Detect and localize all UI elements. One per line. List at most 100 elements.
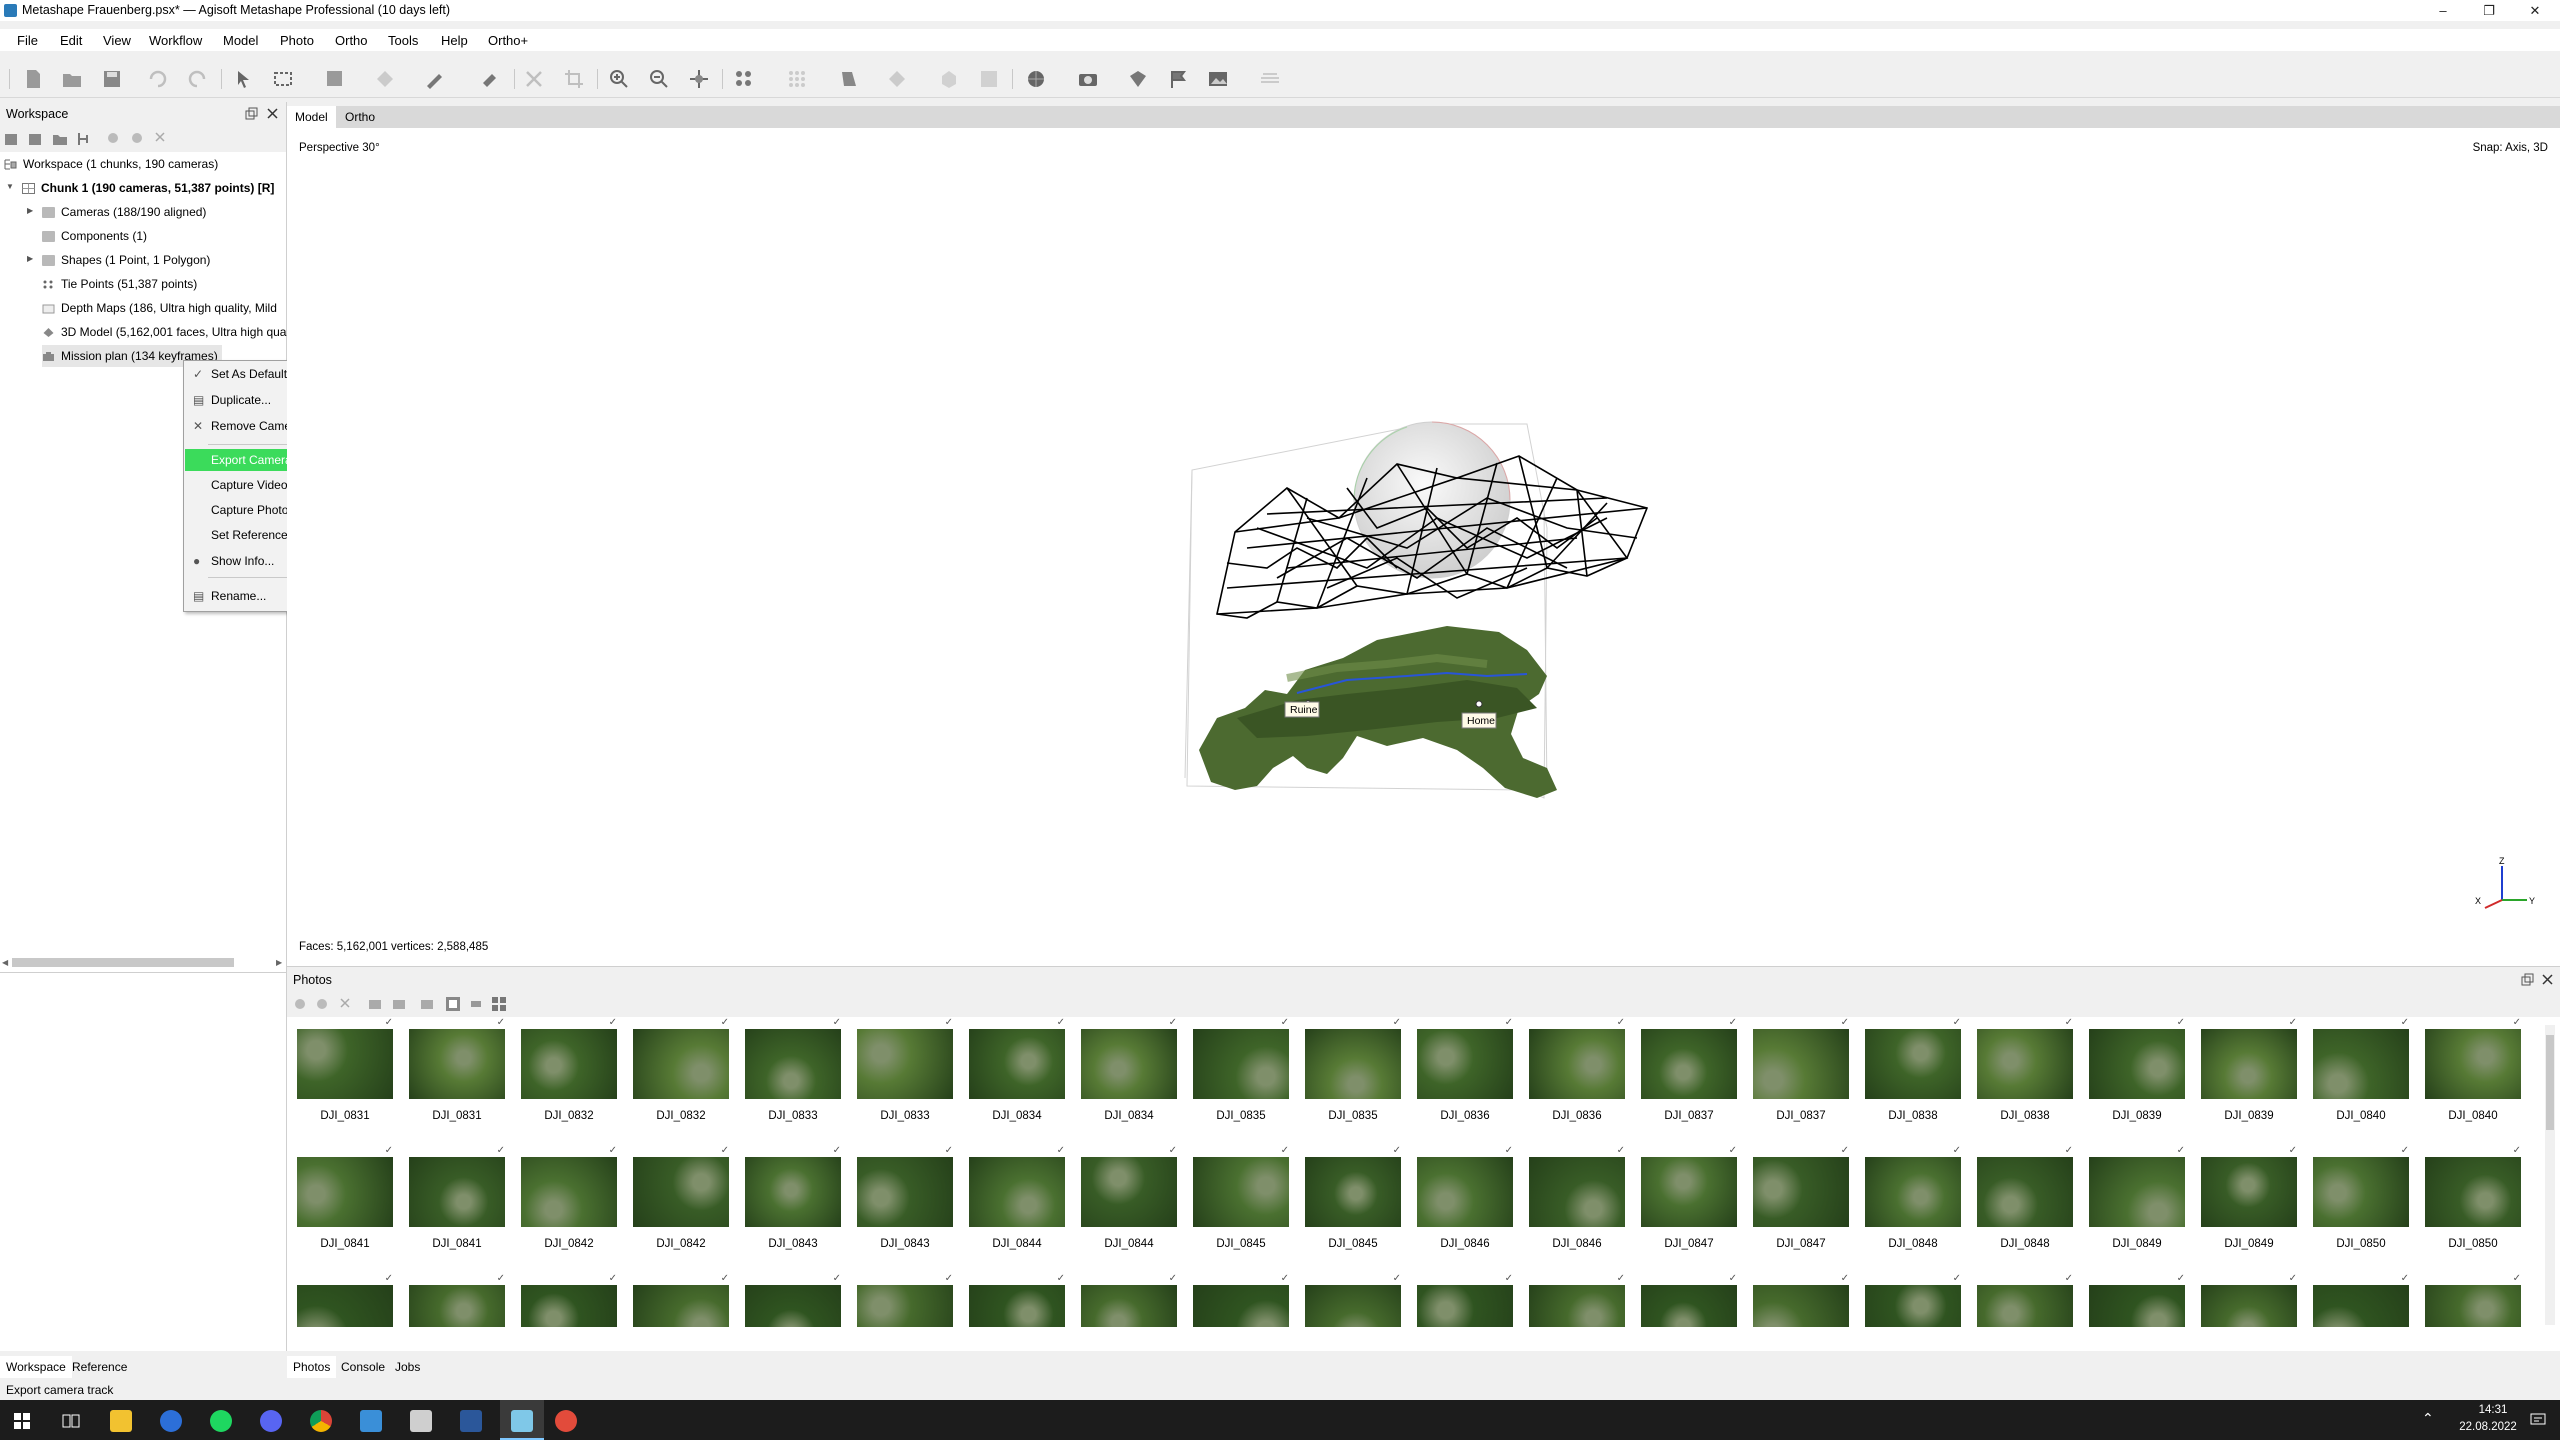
photo-thumbnail[interactable]: ✓ [2079, 1273, 2191, 1327]
model-textured-icon[interactable] [978, 68, 1000, 90]
photo-thumbnail[interactable]: ✓ DJI_0850 [2303, 1145, 2415, 1265]
dense-cloud-icon[interactable] [786, 68, 808, 90]
photo-thumbnail[interactable]: ✓ DJI_0833 [735, 1017, 847, 1137]
tiled-model-icon[interactable] [1025, 68, 1047, 90]
remove-photo-icon[interactable] [339, 997, 351, 1009]
zoom-out-icon[interactable] [648, 68, 670, 90]
photo-thumbnail[interactable]: ✓ DJI_0833 [847, 1017, 959, 1137]
menu-photo[interactable]: Photo [280, 33, 314, 48]
word-icon[interactable] [460, 1410, 482, 1432]
photo-thumbnail[interactable]: ✓ DJI_0849 [2191, 1145, 2303, 1265]
photo-thumbnail[interactable]: ✓ DJI_0848 [1855, 1145, 1967, 1265]
tree-item-3d-model[interactable]: 3D Model (5,162,001 faces, Ultra high qu… [42, 321, 289, 343]
photo-thumbnail[interactable]: ✓ DJI_0846 [1407, 1145, 1519, 1265]
clock-time[interactable]: 14:31 [2458, 1404, 2528, 1416]
photo-thumbnail[interactable]: ✓ DJI_0845 [1183, 1145, 1295, 1265]
remove-item-icon[interactable] [154, 131, 166, 143]
photo-thumbnail[interactable]: ✓ DJI_0848 [1967, 1145, 2079, 1265]
disable-photo-icon[interactable] [315, 997, 329, 1011]
view-mode-icon[interactable] [491, 996, 507, 1012]
clock-date[interactable]: 22.08.2022 [2448, 1421, 2528, 1433]
enable-photo-icon[interactable] [293, 997, 307, 1011]
photo-thumbnail[interactable]: ✓ DJI_0834 [1071, 1017, 1183, 1137]
photo-thumbnail[interactable]: ✓ DJI_0839 [2191, 1017, 2303, 1137]
photo-thumbnail[interactable]: ✓ [1295, 1273, 1407, 1327]
photo-thumbnail[interactable]: ✓ DJI_0845 [1295, 1145, 1407, 1265]
zoom-in-icon[interactable] [608, 68, 630, 90]
tab-workspace[interactable]: Workspace [0, 1356, 72, 1378]
notifications-icon[interactable] [2530, 1412, 2546, 1428]
rotate-left-icon[interactable] [367, 997, 383, 1011]
photo-thumbnail[interactable]: ✓ DJI_0839 [2079, 1017, 2191, 1137]
show-markers-icon[interactable] [1167, 68, 1189, 90]
photo-thumbnail[interactable]: ✓ DJI_0836 [1407, 1017, 1519, 1137]
photo-thumbnail[interactable]: ✓ DJI_0840 [2303, 1017, 2415, 1137]
task-view-icon[interactable] [62, 1413, 80, 1429]
photo-thumbnail[interactable]: ✓ DJI_0838 [1855, 1017, 1967, 1137]
horizontal-scrollbar[interactable] [12, 958, 234, 967]
photo-thumbnail[interactable]: ✓ [1967, 1273, 2079, 1327]
tree-item-cameras[interactable]: Cameras (188/190 aligned) [42, 201, 206, 223]
photo-thumbnail[interactable]: ✓ [511, 1273, 623, 1327]
crop-icon[interactable] [563, 68, 585, 90]
show-grid-icon[interactable] [1259, 68, 1281, 90]
redo-icon[interactable] [186, 68, 208, 90]
menu-ortho[interactable]: Ortho [335, 33, 368, 48]
add-folder-icon[interactable] [52, 131, 68, 147]
menu-file[interactable]: File [17, 33, 38, 48]
eraser-icon[interactable] [478, 68, 500, 90]
app-blue-icon[interactable] [160, 1410, 182, 1432]
disable-icon[interactable] [130, 131, 144, 145]
photo-thumbnail[interactable]: ✓ DJI_0837 [1743, 1017, 1855, 1137]
menu-edit[interactable]: Edit [60, 33, 82, 48]
delete-selection-icon[interactable] [523, 68, 545, 90]
menu-help[interactable]: Help [441, 33, 468, 48]
menu-workflow[interactable]: Workflow [149, 33, 202, 48]
tab-photos[interactable]: Photos [287, 1356, 337, 1378]
photo-thumbnail[interactable]: ✓ DJI_0832 [511, 1017, 623, 1137]
scroll-right-icon[interactable]: ▶ [276, 958, 282, 967]
undo-icon[interactable] [147, 68, 169, 90]
chrome-icon[interactable] [310, 1410, 332, 1432]
scroll-left-icon[interactable]: ◀ [2, 958, 8, 967]
app-c-icon[interactable] [360, 1410, 382, 1432]
photo-thumbnail[interactable]: ✓ [1519, 1273, 1631, 1327]
photo-thumbnail[interactable]: ✓ DJI_0844 [959, 1145, 1071, 1265]
photo-thumbnail[interactable]: ✓ [2415, 1273, 2527, 1327]
show-cameras-icon[interactable] [1077, 68, 1099, 90]
3d-model-scene[interactable]: Ruine Home [1107, 418, 2057, 948]
app-gray-icon[interactable] [410, 1410, 432, 1432]
app-red-icon[interactable] [555, 1410, 577, 1432]
photo-thumbnail[interactable]: ✓ [1071, 1273, 1183, 1327]
photo-thumbnail[interactable]: ✓ DJI_0838 [1967, 1017, 2079, 1137]
menu-model[interactable]: Model [223, 33, 258, 48]
close-pane-icon[interactable] [266, 107, 279, 120]
windows-start-icon[interactable] [14, 1413, 30, 1429]
photo-thumbnail[interactable]: ✓ [1855, 1273, 1967, 1327]
add-photos-icon[interactable] [28, 131, 44, 147]
photo-thumbnail[interactable]: ✓ DJI_0843 [735, 1145, 847, 1265]
file-explorer-icon[interactable] [110, 1410, 132, 1432]
tree-item-workspace[interactable]: Workspace (1 chunks, 190 cameras) [4, 153, 218, 175]
enable-icon[interactable] [106, 131, 120, 145]
photo-thumbnail[interactable]: ✓ [847, 1273, 959, 1327]
filter-photos-icon[interactable] [419, 997, 435, 1011]
tab-reference[interactable]: Reference [66, 1356, 133, 1378]
photo-thumbnail[interactable]: ✓ DJI_0847 [1743, 1145, 1855, 1265]
ruler-icon[interactable] [424, 68, 446, 90]
expand-caret-icon[interactable]: ▶ [27, 254, 33, 263]
photo-thumbnail[interactable]: ✓ [735, 1273, 847, 1327]
menu-ortho-plus[interactable]: Ortho+ [488, 33, 528, 48]
model-viewport[interactable]: Perspective 30° Snap: Axis, 3D Faces: 5,… [287, 128, 2560, 966]
rectangle-selection-icon[interactable] [272, 68, 294, 90]
point-cloud-icon[interactable] [733, 68, 755, 90]
spotify-icon[interactable] [210, 1410, 232, 1432]
photo-thumbnail[interactable]: ✓ DJI_0850 [2415, 1145, 2527, 1265]
photo-thumbnail[interactable]: ✓ DJI_0846 [1519, 1145, 1631, 1265]
save-icon[interactable] [101, 68, 123, 90]
tree-item-depth-maps[interactable]: Depth Maps (186, Ultra high quality, Mil… [42, 297, 277, 319]
add-chunk-icon[interactable] [4, 131, 20, 147]
tab-model[interactable]: Model [287, 106, 336, 128]
marker-home[interactable]: Home [1461, 712, 1497, 729]
photo-thumbnail[interactable]: ✓ [2191, 1273, 2303, 1327]
